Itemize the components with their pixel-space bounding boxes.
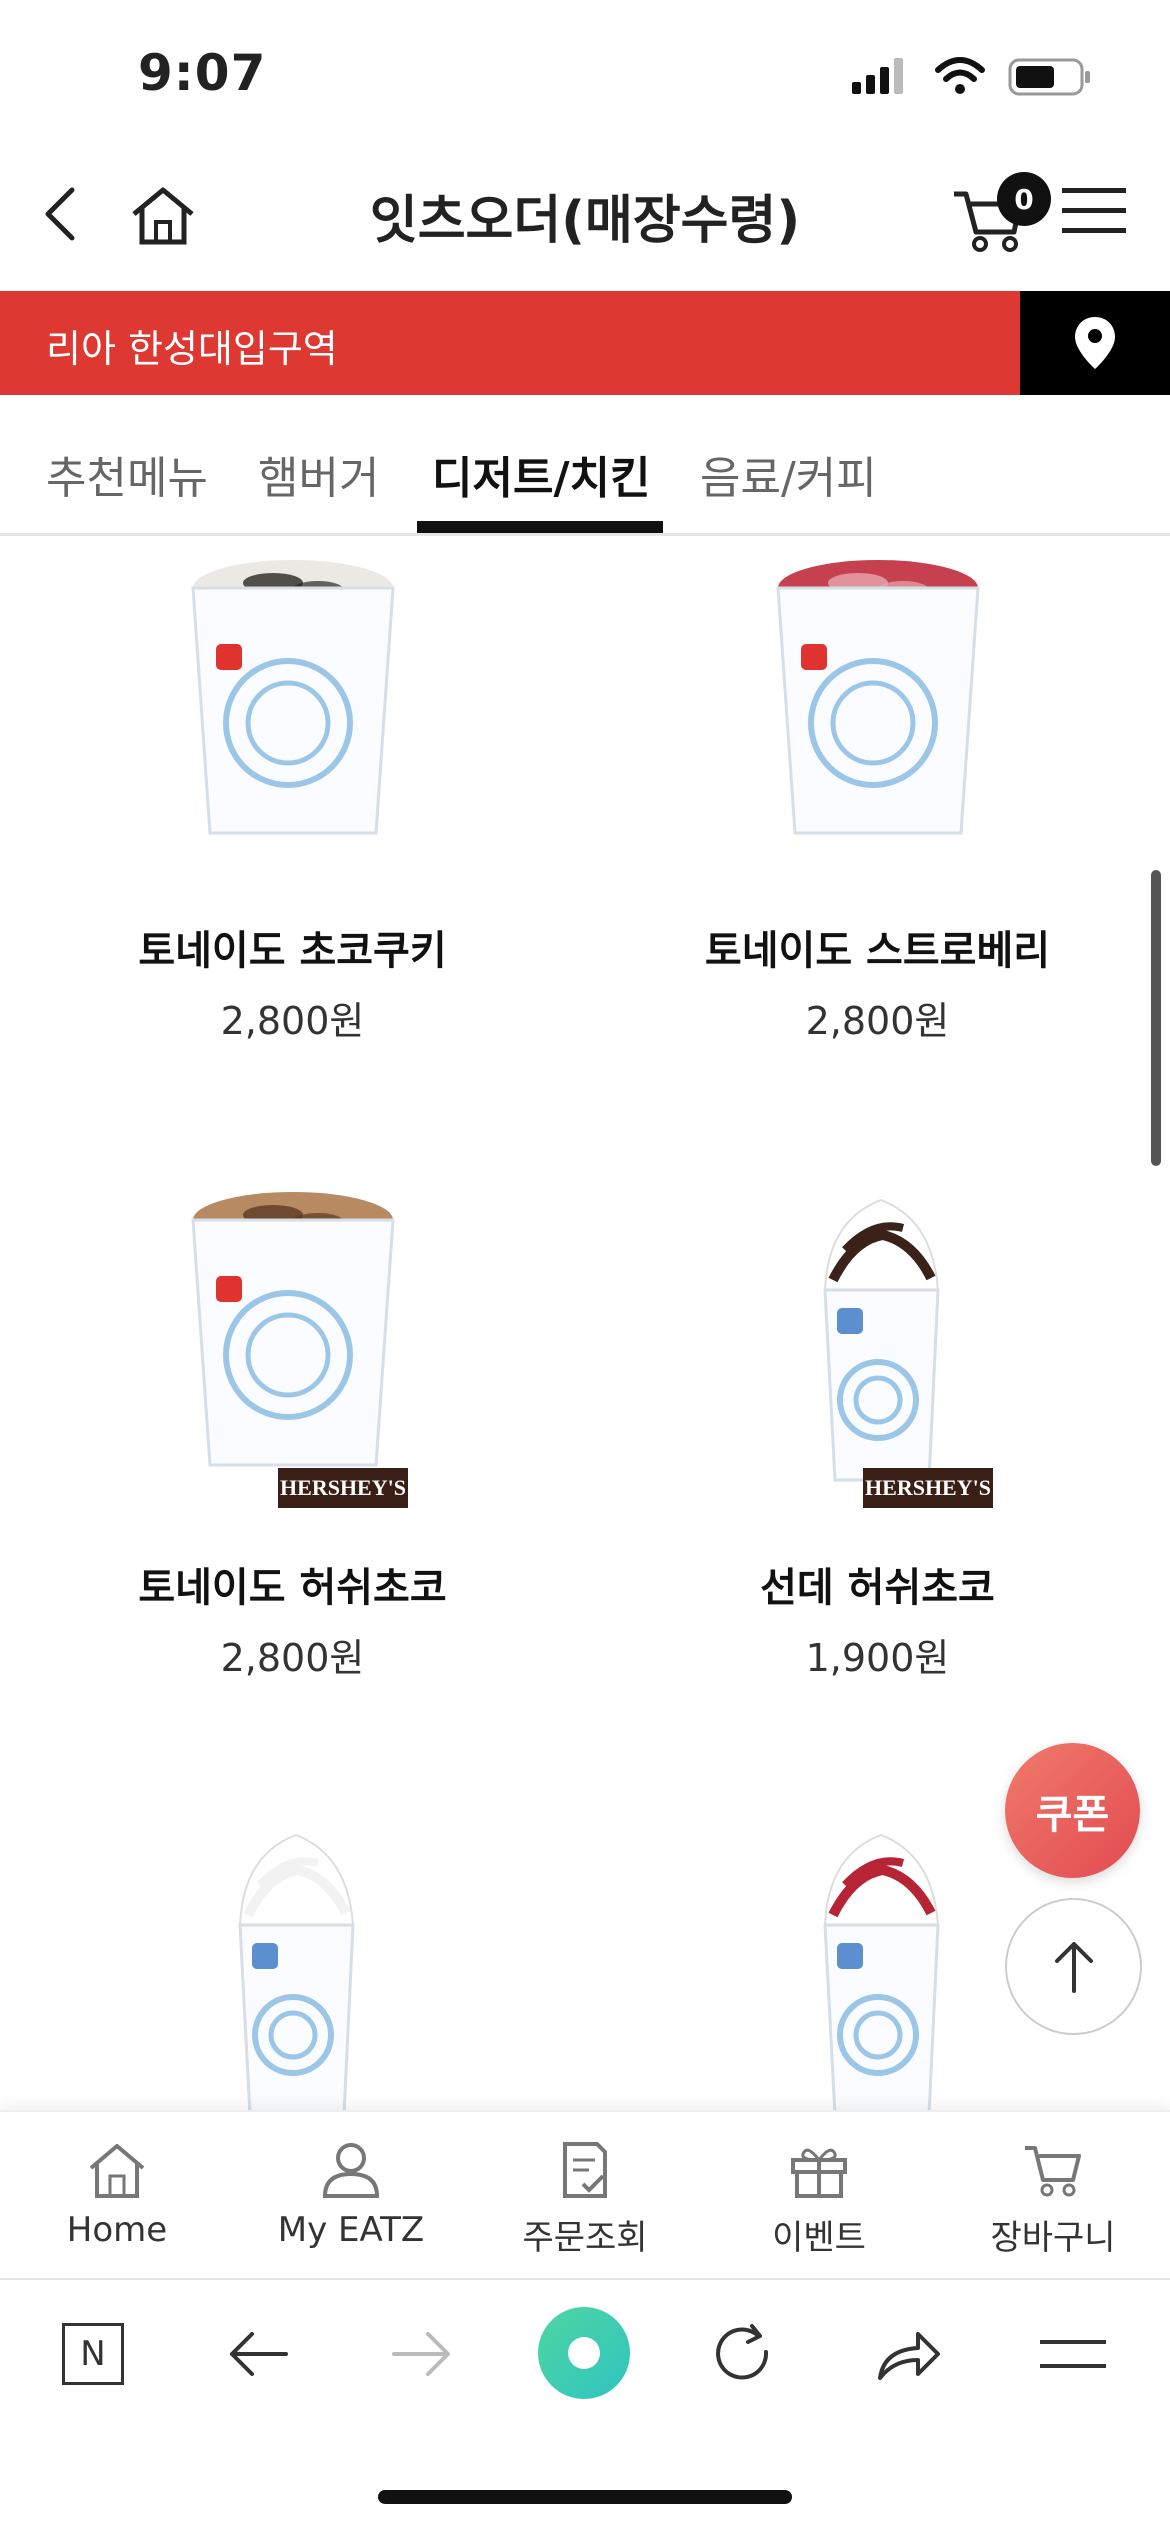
tab-burger[interactable]: 햄버거 (258, 442, 379, 506)
order-check-icon (563, 2142, 607, 2198)
product-name[interactable]: 토네이도 초코쿠키 (0, 918, 585, 976)
product-name[interactable]: 토네이도 허쉬초코 (0, 1555, 585, 1613)
nav-label: My EATZ (277, 2210, 425, 2250)
product-price: 2,800원 (805, 999, 950, 1043)
svg-text:HERSHEY'S: HERSHEY'S (865, 1475, 991, 1500)
product-price: 2,800원 (220, 1636, 365, 1680)
green-dot-button[interactable] (538, 2307, 630, 2399)
nav-label: Home (66, 2210, 168, 2250)
gift-icon (791, 2148, 847, 2198)
cart-icon (1025, 2146, 1081, 2197)
active-tab-indicator (417, 521, 663, 533)
hershey-badge: HERSHEY'S (278, 1468, 408, 1508)
naver-logo-button[interactable]: N (62, 2323, 124, 2385)
product-image (776, 560, 980, 835)
store-location-button[interactable] (1020, 291, 1170, 395)
reload-icon[interactable] (712, 2322, 776, 2390)
green-dot-icon (568, 2337, 600, 2369)
coupon-button[interactable]: 쿠폰 (1005, 1743, 1140, 1878)
browser-back-icon[interactable] (226, 2326, 290, 2386)
signal-icon (852, 58, 912, 98)
arrow-up-icon (1054, 1941, 1093, 1993)
tab-dessert-chicken[interactable]: 디저트/치킨 (432, 442, 650, 506)
scroll-top-button[interactable] (1005, 1898, 1142, 2035)
product-name[interactable]: 토네이도 스트로베리 (585, 918, 1170, 976)
product-image: HERSHEY'S (191, 1192, 408, 1508)
tab-drink-coffee[interactable]: 음료/커피 (700, 442, 877, 506)
battery-icon (1008, 58, 1092, 100)
product-price: 1,900원 (805, 1636, 950, 1680)
store-name: 리아 한성대입구역 (46, 327, 338, 371)
wifi-icon (934, 56, 986, 100)
browser-forward-icon[interactable] (390, 2326, 454, 2386)
tabs-divider (0, 533, 1170, 536)
menu-icon[interactable] (1062, 186, 1126, 240)
svg-text:HERSHEY'S: HERSHEY'S (280, 1475, 406, 1500)
home-indicator (378, 2490, 792, 2504)
share-icon[interactable] (874, 2324, 942, 2388)
nav-label: 장바구니 (990, 2218, 1116, 2258)
tab-recommended[interactable]: 추천메뉴 (46, 442, 208, 506)
cart-count-badge: 0 (997, 172, 1051, 226)
product-image (191, 560, 395, 835)
home-icon (89, 2144, 145, 2198)
product-image: HERSHEY'S (823, 1198, 993, 1508)
nav-event[interactable]: 이벤트 (702, 2140, 936, 2259)
location-pin-icon (1075, 317, 1115, 369)
nav-order-check[interactable]: 주문조회 (468, 2140, 702, 2259)
nav-home[interactable]: Home (0, 2140, 234, 2250)
product-price: 2,800원 (220, 999, 365, 1043)
nav-label: 이벤트 (772, 2218, 866, 2258)
browser-menu-icon[interactable] (1040, 2338, 1106, 2376)
nav-my-eatz[interactable]: My EATZ (234, 2140, 468, 2250)
product-name[interactable]: 선데 허쉬초코 (585, 1555, 1170, 1613)
nav-cart[interactable]: 장바구니 (936, 2140, 1170, 2259)
person-icon (322, 2143, 380, 2198)
scrollbar[interactable] (1151, 870, 1161, 1166)
hershey-badge: HERSHEY'S (863, 1468, 993, 1508)
nav-label: 주문조회 (522, 2218, 648, 2258)
status-time: 9:07 (138, 44, 267, 102)
